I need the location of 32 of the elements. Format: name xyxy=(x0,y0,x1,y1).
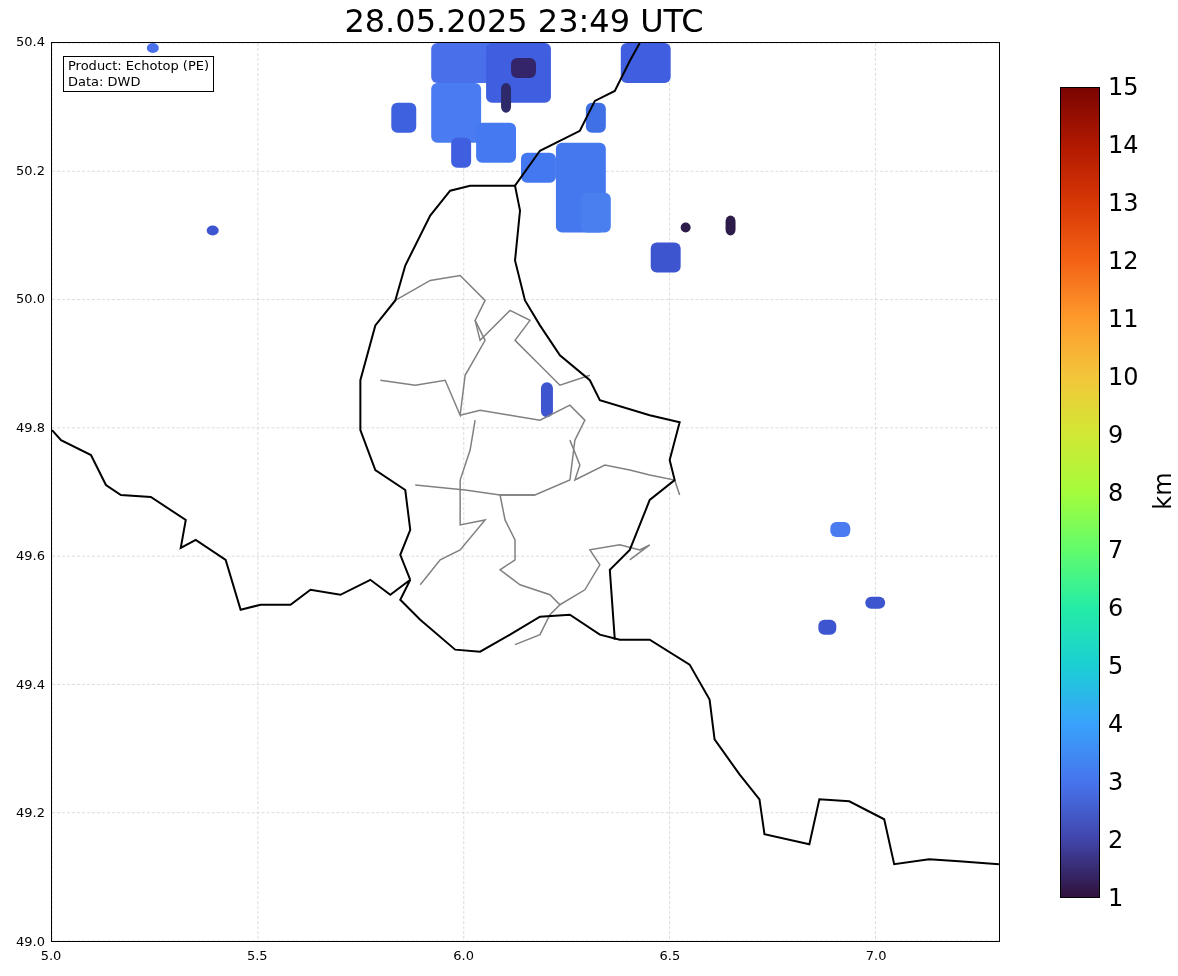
y-tick-label: 49.0 xyxy=(16,934,45,950)
y-tick-label: 50.4 xyxy=(16,34,45,50)
x-tick-label: 5.5 xyxy=(245,948,269,964)
y-tick-label: 50.2 xyxy=(16,162,45,179)
y-tick-label: 49.2 xyxy=(16,805,45,822)
x-tick-label: 5.0 xyxy=(39,948,63,964)
chart-title: 28.05.2025 23:49 UTC xyxy=(344,1,704,42)
colorbar-tick-label: 11 xyxy=(1108,304,1139,333)
x-tick-label: 6.0 xyxy=(452,948,475,964)
colorbar-tick-label: 6 xyxy=(1108,594,1124,623)
y-tick-label: 49.4 xyxy=(16,676,45,693)
colorbar-tick-label: 7 xyxy=(1108,536,1124,565)
x-tick-label: 6.5 xyxy=(658,948,682,964)
info-text: Product: Echotop (PE) xyxy=(68,58,210,74)
colorbar-tick-label: 9 xyxy=(1108,420,1124,449)
colorbar-label: km xyxy=(1148,472,1177,510)
colorbar-tick-label: 3 xyxy=(1108,768,1124,797)
y-tick-label: 49.8 xyxy=(16,419,45,436)
colorbar-tick-label: 8 xyxy=(1108,478,1124,507)
colorbar-tick-label: 5 xyxy=(1108,652,1124,681)
y-tick-label: 49.6 xyxy=(16,548,45,565)
y-tick-label: 50.0 xyxy=(16,291,45,308)
colorbar-tick-label: 14 xyxy=(1108,130,1139,159)
colorbar-tick-label: 13 xyxy=(1108,188,1139,217)
colorbar-tick-label: 12 xyxy=(1108,246,1139,275)
info-text: Data: DWD xyxy=(68,74,142,90)
x-tick-label: 7.0 xyxy=(864,948,888,964)
colorbar-tick-label: 4 xyxy=(1108,710,1124,739)
colorbar-tick-label: 15 xyxy=(1108,73,1139,101)
colorbar-tick-label: 1 xyxy=(1108,884,1124,912)
colorbar-tick-label: 10 xyxy=(1108,362,1139,391)
colorbar-tick-label: 2 xyxy=(1108,826,1124,855)
